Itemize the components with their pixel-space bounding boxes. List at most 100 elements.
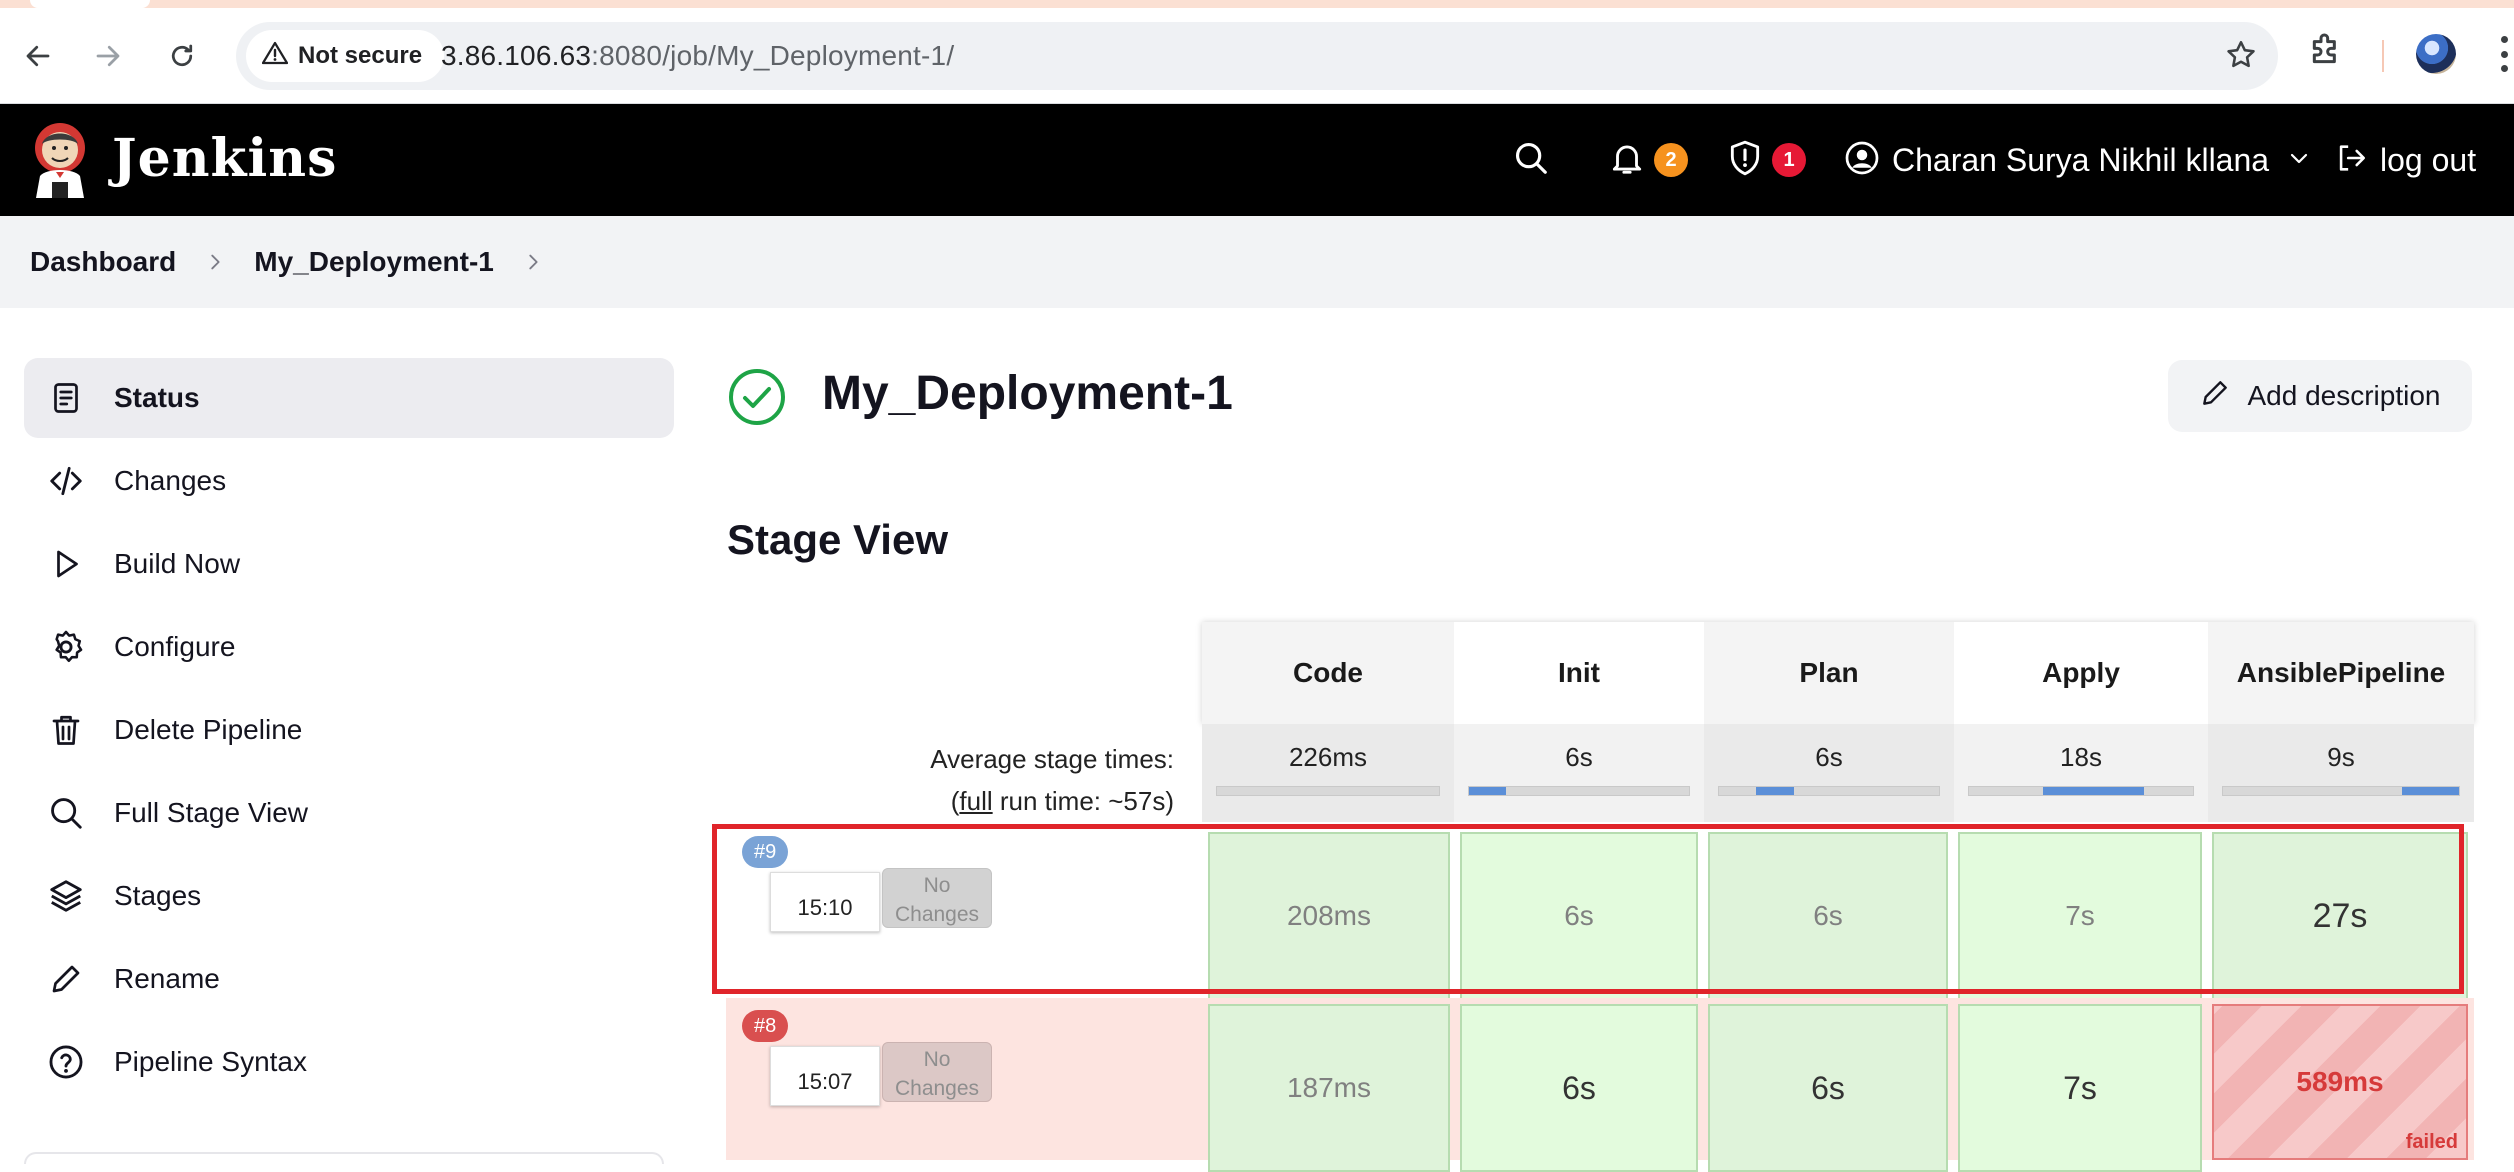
sidebar-item-label: Changes [114,465,227,496]
pencil-icon [2199,377,2231,416]
search-icon [46,793,86,833]
stage-header-plan: Plan [1704,622,1954,724]
notifications-count-badge: 2 [1654,143,1688,177]
average-cell-apply: 18s [1954,724,2208,822]
highlight-annotation [712,824,2464,994]
security-count-badge: 1 [1772,143,1806,177]
breadcrumb-job[interactable]: My_Deployment-1 [254,246,494,278]
chevron-right-icon [204,251,226,273]
average-progress-fill [2042,787,2144,795]
breadcrumb-dashboard[interactable]: Dashboard [30,246,176,278]
build-changes[interactable]: No Changes [882,1042,992,1102]
shield-icon [1726,139,1764,182]
average-progress-bar [1216,786,1440,796]
browser-menu-icon[interactable] [2500,36,2508,72]
security-label: Not secure [298,42,423,69]
full-run-suffix: run time: ~57s) [992,786,1174,816]
failed-label: failed [2405,1131,2458,1153]
layers-icon [46,876,86,916]
breadcrumb: Dashboard My_Deployment-1 [0,216,2514,308]
sidebar-item-label: Status [114,382,200,413]
bookmark-star-icon[interactable] [2224,38,2258,77]
url-path: :8080/job/My_Deployment-1/ [591,40,955,71]
average-progress-bar [2222,786,2460,796]
back-icon[interactable] [14,32,62,80]
build-info: #8 15:07 No Changes [726,998,1202,1160]
sidebar-panel-edge [24,1152,664,1164]
tab-strip [0,0,2514,8]
bell-icon [1608,139,1646,182]
sidebar-item-label: Configure [114,631,236,662]
sidebar-item-label: Delete Pipeline [114,714,303,745]
average-progress-bar [1468,786,1690,796]
sidebar-item-label: Stages [114,880,202,911]
chevron-right-icon[interactable] [522,251,544,273]
add-description-button[interactable]: Add description [2168,360,2472,432]
stage-header-apply: Apply [1954,622,2208,724]
stage-cell-ansiblepipeline[interactable]: 589ms failed [2212,1004,2468,1160]
logout-label: log out [2380,141,2477,178]
average-cell-plan: 6s [1704,724,1954,822]
sidebar-item-label: Full Stage View [114,797,309,828]
stage-header-ansiblepipeline: AnsiblePipeline [2208,622,2474,724]
browser-toolbar: Not secure 3.86.106.63:8080/job/My_Deplo… [0,0,2514,104]
document-icon [46,378,86,418]
average-progress-bar [1718,786,1940,796]
profile-avatar[interactable] [2416,34,2456,74]
logout-link[interactable]: log out [2334,136,2476,184]
jenkins-logo[interactable] [30,120,90,200]
user-icon [1844,140,1880,181]
stage-cell-code[interactable]: 187ms [1208,1004,1450,1172]
stage-header-init: Init [1454,622,1704,724]
average-cell-init: 6s [1454,724,1704,822]
sidebar-item-stages[interactable]: Stages [24,856,674,936]
forward-icon[interactable] [84,32,132,80]
average-label-text: Average stage times: [930,744,1174,774]
reload-icon[interactable] [158,32,206,80]
average-value: 226ms [1288,742,1368,772]
average-progress-fill [1756,787,1794,795]
active-tab[interactable] [30,0,150,8]
build-time: 15:07 [770,1046,880,1106]
notifications-button[interactable]: 2 [1608,136,1688,184]
logout-icon [2334,141,2368,180]
address-bar[interactable]: Not secure 3.86.106.63:8080/job/My_Deplo… [236,22,2278,90]
chevron-down-icon[interactable] [2287,146,2311,175]
sidebar: Status Changes Build Now Configure Delet… [24,358,674,1105]
sidebar-item-rename[interactable]: Rename [24,939,674,1019]
average-value: 9s [2327,742,2355,772]
average-value: 18s [2060,742,2102,772]
app-title[interactable]: Jenkins [112,128,337,189]
sidebar-item-configure[interactable]: Configure [24,607,674,687]
full-run-link[interactable]: full [959,786,992,816]
security-chip[interactable]: Not secure [246,30,445,82]
stage-view-heading: Stage View [727,516,948,563]
search-button[interactable] [1512,136,1550,184]
sidebar-item-delete-pipeline[interactable]: Delete Pipeline [24,690,674,770]
full-run-time-text: (full run time: ~57s) [726,780,1174,822]
url-text[interactable]: 3.86.106.63:8080/job/My_Deployment-1/ [441,40,954,72]
sidebar-item-build-now[interactable]: Build Now [24,524,674,604]
average-cell-ansiblepipeline: 9s [2208,724,2474,822]
stage-cell-plan[interactable]: 6s [1708,1004,1948,1172]
sidebar-item-label: Pipeline Syntax [114,1046,308,1077]
toolbar-divider [2382,40,2384,72]
stage-duration: 589ms [2296,1066,2384,1097]
security-button[interactable]: 1 [1726,136,1806,184]
sidebar-item-full-stage-view[interactable]: Full Stage View [24,773,674,853]
sidebar-item-pipeline-syntax[interactable]: Pipeline Syntax [24,1022,674,1102]
average-progress-fill [2402,787,2459,795]
code-icon [46,461,86,501]
stage-cell-apply[interactable]: 7s [1958,1004,2202,1172]
user-menu[interactable]: Charan Surya Nikhil kllana [1844,136,2311,184]
search-icon [1512,139,1550,182]
play-icon [46,544,86,584]
average-cell-code: 226ms [1202,724,1454,822]
stage-cell-init[interactable]: 6s [1460,1004,1698,1172]
sidebar-item-changes[interactable]: Changes [24,441,674,521]
sidebar-item-label: Rename [114,963,220,994]
sidebar-item-status[interactable]: Status [24,358,674,438]
extensions-icon[interactable] [2306,30,2346,75]
average-stage-times-label: Average stage times: (full run time: ~57… [726,738,1174,822]
build-number-badge[interactable]: #8 [742,1010,789,1042]
